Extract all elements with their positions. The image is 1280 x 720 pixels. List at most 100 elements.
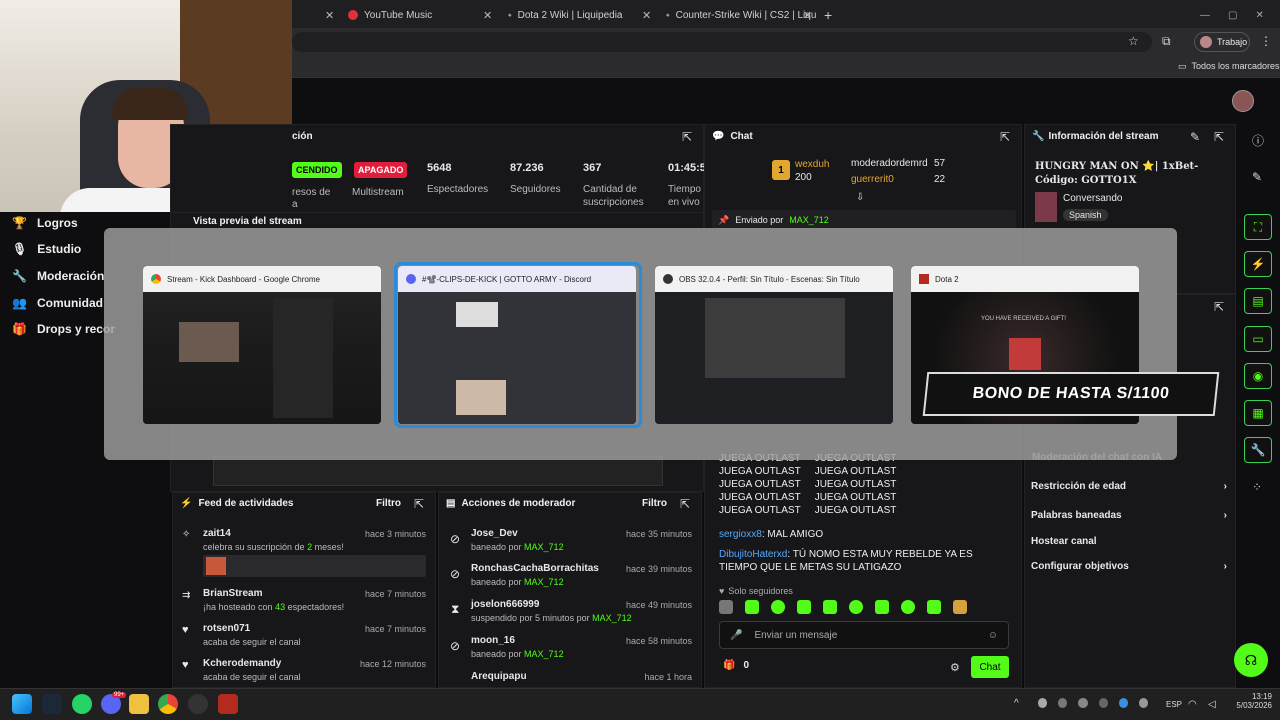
tray-icon[interactable] xyxy=(1058,698,1068,708)
popout-icon[interactable]: ⇱ xyxy=(414,497,424,511)
mod-action-by[interactable]: MAX_712 xyxy=(524,577,564,587)
toolbar-button[interactable]: 🔧 xyxy=(1244,437,1272,463)
mod-action-by[interactable]: MAX_712 xyxy=(524,649,564,659)
emote-icon[interactable] xyxy=(719,600,733,614)
toolbar-button[interactable]: ▦ xyxy=(1244,400,1272,426)
emoji-icon[interactable]: ☺ xyxy=(988,630,998,641)
setting-age-restriction[interactable]: Restricción de edad › xyxy=(1031,481,1227,492)
extensions-icon[interactable]: ⧉ xyxy=(1162,34,1171,49)
setting-banned-words[interactable]: Palabras baneadas › xyxy=(1031,510,1227,521)
emote-icon[interactable] xyxy=(927,600,941,614)
tray-icon[interactable] xyxy=(1098,698,1108,708)
whatsapp-icon[interactable] xyxy=(72,694,92,714)
file-explorer-icon[interactable] xyxy=(129,694,149,714)
toolbar-button[interactable]: ◉ xyxy=(1244,363,1272,389)
setting-goals[interactable]: Configurar objetivos › xyxy=(1031,561,1227,572)
emote-icon[interactable] xyxy=(745,600,759,614)
info-icon[interactable]: ⓘ xyxy=(1252,132,1264,149)
wifi-icon[interactable]: ◠ xyxy=(1188,699,1197,710)
bluetooth-icon[interactable] xyxy=(1118,698,1128,708)
leader-name[interactable]: moderadordemrd xyxy=(851,158,928,169)
activity-filter[interactable]: Filtro xyxy=(376,498,401,509)
mod-action-user[interactable]: moon_16 xyxy=(471,635,515,646)
tray-icon[interactable] xyxy=(1078,698,1088,708)
pinned-message[interactable]: 📌 Enviado por MAX_712 xyxy=(712,210,1016,230)
mod-action-user[interactable]: Jose_Dev xyxy=(471,528,518,539)
settings-gear-icon[interactable]: ⚙ xyxy=(950,661,960,674)
emote-icon[interactable] xyxy=(771,600,785,614)
tab-close-icon[interactable]: ✕ xyxy=(642,4,651,26)
close-window-icon[interactable]: ✕ xyxy=(1255,10,1263,21)
menu-icon[interactable]: ⋮ xyxy=(1260,34,1272,48)
maximize-icon[interactable]: ▢ xyxy=(1228,10,1237,21)
mod-action-by[interactable]: MAX_712 xyxy=(524,542,564,552)
emote-icon[interactable] xyxy=(849,600,863,614)
popout-icon[interactable]: ⇱ xyxy=(1214,130,1224,144)
sidebar-item-logros[interactable]: 🏆 Logros xyxy=(12,216,78,230)
popout-icon[interactable]: ⇱ xyxy=(680,497,690,511)
tab-dota-wiki[interactable]: ⬩ Dota 2 Wiki | Liquipedia xyxy=(508,4,648,26)
tab-close-icon[interactable]: ✕ xyxy=(483,4,492,26)
windows-start-icon[interactable] xyxy=(12,694,32,714)
new-tab-button[interactable]: + xyxy=(824,4,832,26)
all-bookmarks[interactable]: ▭ Todos los marcadores xyxy=(1178,61,1280,72)
mod-action-by[interactable]: MAX_712 xyxy=(592,613,632,623)
popout-icon[interactable]: ⇱ xyxy=(1214,300,1224,314)
user-avatar[interactable] xyxy=(1232,90,1254,112)
emote-icon[interactable] xyxy=(823,600,837,614)
emote-icon[interactable] xyxy=(797,600,811,614)
leader-name[interactable]: guerrerit0 xyxy=(851,174,894,185)
activity-user[interactable]: zait14 xyxy=(203,528,231,539)
popout-icon[interactable]: ⇱ xyxy=(682,130,692,144)
scroll-down-icon[interactable]: ⇩ xyxy=(856,192,864,203)
tab-close-icon[interactable]: ✕ xyxy=(803,4,812,26)
bookmark-star-icon[interactable]: ☆ xyxy=(1128,34,1139,48)
chat-username[interactable]: DibujitoHaterxd xyxy=(719,549,787,560)
url-input[interactable] xyxy=(292,32,1152,52)
mod-action-user[interactable]: RonchasCachaBorrachitas xyxy=(471,563,599,574)
obs-icon[interactable] xyxy=(188,694,208,714)
mod-actions-filter[interactable]: Filtro xyxy=(642,498,667,509)
pinned-user[interactable]: MAX_712 xyxy=(789,215,829,225)
leader-name[interactable]: wexduh xyxy=(795,159,829,170)
mod-action-user[interactable]: Arequipapu xyxy=(471,671,527,682)
edit-icon[interactable]: ✎ xyxy=(1190,130,1200,144)
toolbar-button[interactable]: ⛶ xyxy=(1244,214,1272,240)
send-chat-button[interactable]: Chat xyxy=(971,656,1009,678)
sidebar-item-drops[interactable]: 🎁 Drops y recor xyxy=(12,322,115,336)
language-indicator[interactable]: ESP xyxy=(1166,700,1182,709)
tray-chevron-icon[interactable]: ^ xyxy=(1014,698,1019,709)
clock[interactable]: 13:19 5/03/2026 xyxy=(1228,692,1272,710)
chat-input[interactable]: 🎤 Enviar un mensaje ☺ xyxy=(719,621,1009,649)
volume-icon[interactable]: ◁ xyxy=(1208,699,1216,710)
preview-video[interactable] xyxy=(213,456,663,486)
mod-action-user[interactable]: joselon666999 xyxy=(471,599,539,610)
sidebar-item-moderacion[interactable]: 🔧 Moderación xyxy=(12,269,104,283)
steam-icon[interactable] xyxy=(42,694,62,714)
tab-cs-wiki[interactable]: ⬩ Counter-Strike Wiki | CS2 | Liqu xyxy=(666,4,816,26)
popout-icon[interactable]: ⇱ xyxy=(1000,130,1010,144)
dota-icon[interactable] xyxy=(218,694,238,714)
pen-icon[interactable]: ✎ xyxy=(1252,170,1262,184)
toolbar-button[interactable]: ▤ xyxy=(1244,288,1272,314)
sidebar-item-comunidad[interactable]: 👥 Comunidad xyxy=(12,296,103,310)
mic-icon[interactable]: 🎤 xyxy=(730,630,742,641)
activity-user[interactable]: BrianStream xyxy=(203,588,262,599)
window-thumbnail-chrome[interactable]: Stream - Kick Dashboard - Google Chrome xyxy=(143,266,381,424)
tray-icon[interactable] xyxy=(1038,698,1048,708)
tab-youtube-music[interactable]: YouTube Music xyxy=(348,4,498,26)
sidebar-item-estudio[interactable]: 🎙 Estudio xyxy=(12,242,81,256)
setting-host[interactable]: Hostear canal xyxy=(1031,536,1097,547)
chrome-icon[interactable] xyxy=(158,694,178,714)
apps-icon[interactable]: ⁘ xyxy=(1252,480,1262,494)
window-thumbnail-obs[interactable]: OBS 32.0.4 - Perfil: Sin Título - Escena… xyxy=(655,266,893,424)
activity-user[interactable]: Kcherodemandy xyxy=(203,658,281,669)
mic-icon[interactable] xyxy=(1138,698,1149,708)
tab-close-icon[interactable]: ✕ xyxy=(325,4,334,26)
profile-button[interactable]: Trabajo xyxy=(1194,32,1250,52)
help-button[interactable]: ☊ xyxy=(1234,643,1268,677)
emote-icon[interactable] xyxy=(953,600,967,614)
toolbar-button[interactable]: ▭ xyxy=(1244,326,1272,352)
emote-icon[interactable] xyxy=(901,600,915,614)
window-thumbnail-discord[interactable]: #📽️-CLIPS-DE-KICK | GOTTO ARMY - Discord xyxy=(398,266,636,424)
